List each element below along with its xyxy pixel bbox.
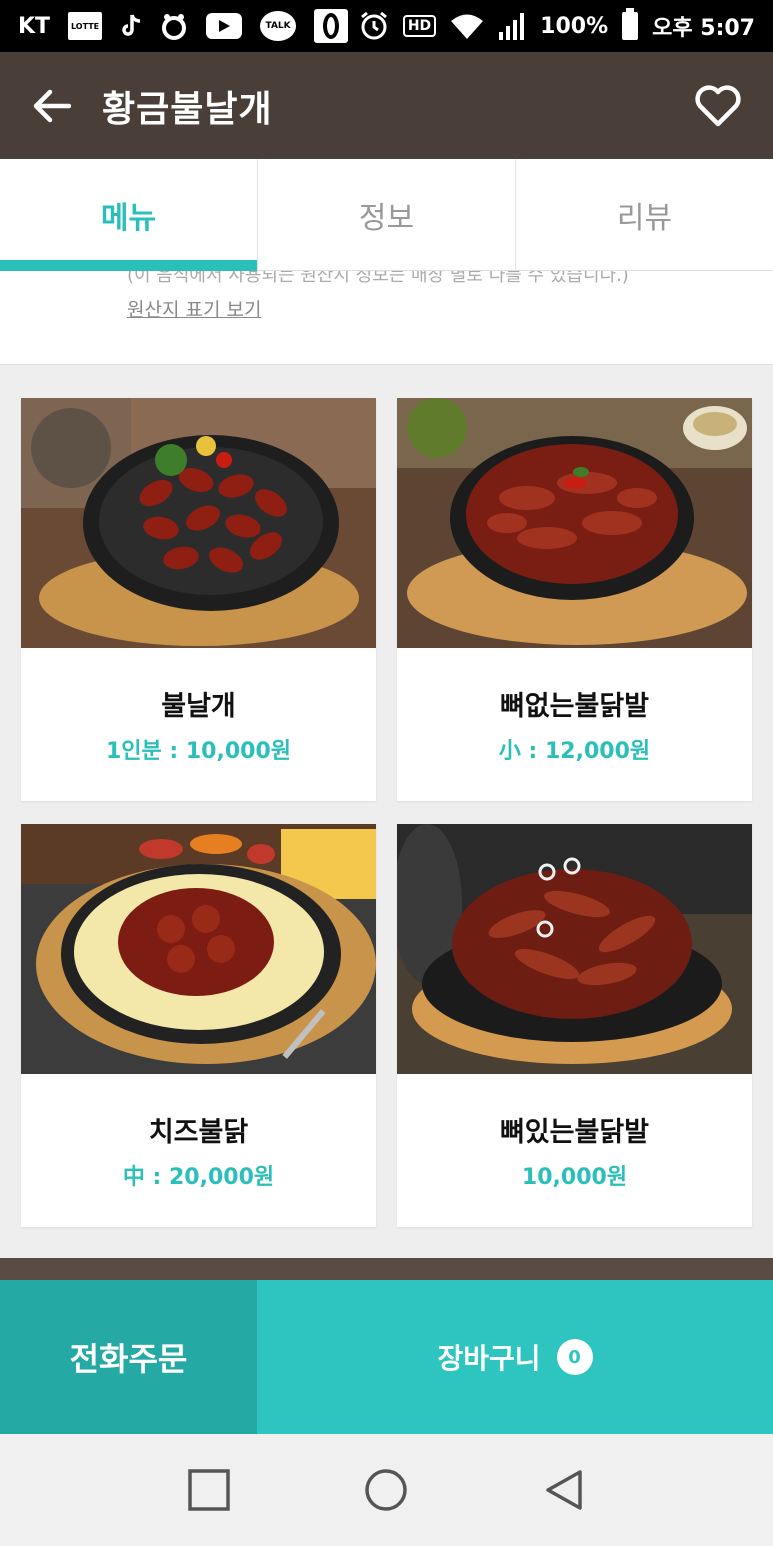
origin-link[interactable]: 원산지 표기 보기 [127,295,261,322]
talk-label: TALK [265,21,291,31]
hd-voice-icon: HD [402,15,437,37]
tiktok-icon [120,13,142,39]
status-bar: KT LOTTE TALK HD 100% 오후 5:07 [0,0,773,52]
card-body: 치즈불닭 中 : 20,000원 [21,1074,376,1227]
youtube-icon [206,13,243,39]
bottom-divider [0,1258,773,1280]
menu-card[interactable]: 뼈없는불닭발 小 : 12,000원 [397,398,752,801]
square-icon [188,1469,230,1511]
tab-info[interactable]: 정보 [258,159,516,270]
card-body: 뼈있는불닭발 10,000원 [397,1074,752,1227]
food-image [21,398,376,648]
bottom-action-bar: 전화주문 장바구니 0 [0,1280,773,1434]
menu-grid: 불날개 1인분 : 10,000원 뼈없는불닭발 小: 12,000원 치즈불… [21,398,752,1227]
card-body: 뼈없는불닭발 小 : 12,000원 [397,648,752,801]
battery-icon [622,8,639,40]
home-button[interactable] [356,1460,416,1520]
bear-icon [160,12,188,40]
heart-outline-icon [695,84,741,126]
food-image [397,824,752,1074]
menu-item-name: 뼈있는불닭발 [499,1117,650,1148]
recent-apps-button[interactable] [179,1460,239,1520]
page-title: 황금불날개 [102,88,273,130]
app-header: 황금불날개 [0,52,773,159]
menu-item-name: 치즈불닭 [148,1117,249,1148]
favorite-button[interactable] [693,81,743,131]
origin-section: (이 음식에서 사용되는 원산지 정보는 매장 별로 다를 수 있습니다.) 원… [0,271,773,365]
menu-item-name: 불날개 [161,691,236,722]
lotte-homeshopping-icon: LOTTE [68,12,103,40]
lotte-label: LOTTE [70,21,100,31]
signal-icon [498,12,526,40]
status-right: HD 100% 오후 5:07 [359,8,755,42]
arrow-left-icon [33,89,71,122]
system-nav-bar [0,1434,773,1546]
status-left: KT LOTTE TALK [18,9,349,43]
cart-button[interactable]: 장바구니 0 [257,1280,773,1434]
menu-item-price: 中 : 20,000원 [122,1165,275,1190]
menu-card[interactable]: 뼈있는불닭발 10,000원 [397,824,752,1227]
menu-item-price: 小 : 12,000원 [498,739,651,764]
tab-reviews[interactable]: 리뷰 [516,159,773,270]
tab-bar: 메뉴 정보 리뷰 [0,159,773,271]
clock: 오후 5:07 [652,16,755,41]
wifi-icon [450,12,484,40]
kakaotalk-icon: TALK [260,11,297,41]
origin-clipped-text: (이 음식에서 사용되는 원산지 정보는 매장 별로 다를 수 있습니다.) [127,271,629,286]
card-body: 불날개 1인분 : 10,000원 [21,648,376,801]
circle-icon [365,1469,408,1511]
food-image [21,824,376,1074]
tab-menu[interactable]: 메뉴 [0,159,258,271]
cart-label: 장바구니 [437,1342,541,1375]
system-back-button[interactable] [534,1460,594,1520]
carrier-label: KT [18,13,51,39]
triangle-back-icon [546,1470,582,1510]
phone-order-button[interactable]: 전화주문 [0,1280,257,1434]
menu-item-price: 10,000원 [521,1165,628,1190]
menu-card[interactable]: 치즈불닭 中 : 20,000원 [21,824,376,1227]
back-button[interactable] [30,84,74,128]
menu-item-price: 1인분 : 10,000원 [105,739,292,764]
battery-percent: 100% [540,13,609,39]
food-image [397,398,752,648]
menu-item-name: 뼈없는불닭발 [499,691,650,722]
o-app-icon [314,9,349,43]
cart-count-badge: 0 [556,1339,593,1375]
menu-card[interactable]: 불날개 1인분 : 10,000원 [21,398,376,801]
alarm-icon [359,11,389,41]
hd-label: HD [407,18,432,34]
